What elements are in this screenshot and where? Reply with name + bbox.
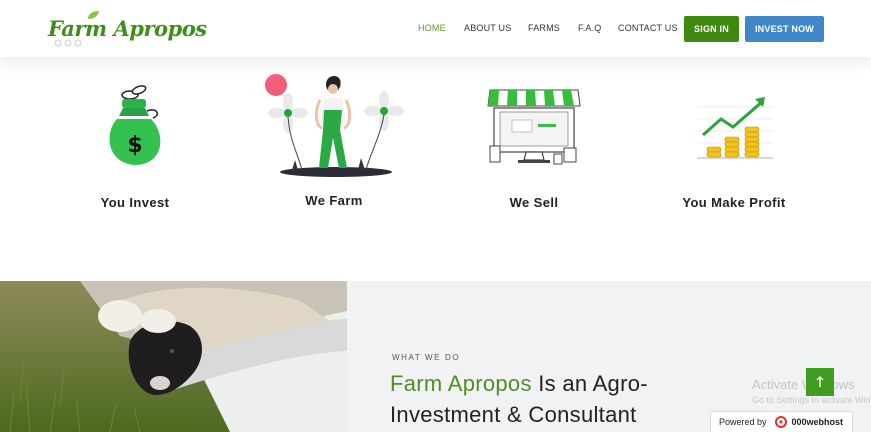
step-we-farm: We Farm xyxy=(305,193,363,208)
sign-in-button[interactable]: SIGN IN xyxy=(684,16,739,42)
powered-by-badge[interactable]: Powered by 000webhost xyxy=(710,411,853,432)
host-brand-text: 000webhost xyxy=(791,417,844,427)
heading-line1-rest: Is an Agro- xyxy=(531,371,648,396)
nav-home[interactable]: HOME xyxy=(418,23,446,33)
svg-text:$: $ xyxy=(127,133,142,158)
heading-brand: Farm Apropos xyxy=(390,371,532,396)
nav-contact-us[interactable]: CONTACT US xyxy=(618,23,678,33)
profit-chart-icon xyxy=(697,97,773,159)
leaf-icon xyxy=(88,11,99,19)
logo-text: Farm Apropos xyxy=(48,16,207,41)
activate-windows-title: Activate Windows xyxy=(752,377,855,392)
activate-windows-subtitle: Go to Settings to activate Windows. xyxy=(752,395,871,405)
online-store-icon xyxy=(487,89,581,165)
nav-faq[interactable]: F.A.Q xyxy=(578,23,602,33)
arrow-up-icon xyxy=(816,376,824,387)
heading-line2: Investment & Consultant xyxy=(390,402,637,427)
step-you-make-profit: You Make Profit xyxy=(682,195,786,210)
farmer-illustration xyxy=(265,74,404,177)
site-logo[interactable]: Farm Apropos xyxy=(48,10,207,48)
step-we-sell: We Sell xyxy=(509,195,559,210)
site-header: Farm Apropos HOME ABOUT US FARMS F.A.Q C… xyxy=(0,0,871,57)
scroll-to-top-button[interactable] xyxy=(806,368,834,396)
webhost-logo-icon xyxy=(774,416,787,428)
nav-about-us[interactable]: ABOUT US xyxy=(464,23,511,33)
powered-by-text: Powered by xyxy=(719,417,767,427)
sheep-photo xyxy=(0,281,347,432)
what-we-do-eyebrow: WHAT WE DO xyxy=(392,353,461,362)
step-you-invest: You Invest xyxy=(100,195,170,210)
what-we-do-heading: Farm Apropos Is an Agro- Investment & Co… xyxy=(390,368,648,430)
money-bag-icon: $ xyxy=(109,85,161,165)
invest-now-button[interactable]: INVEST NOW xyxy=(745,16,824,42)
nav-farms[interactable]: FARMS xyxy=(528,23,560,33)
logo-decoration-icon xyxy=(54,39,82,47)
